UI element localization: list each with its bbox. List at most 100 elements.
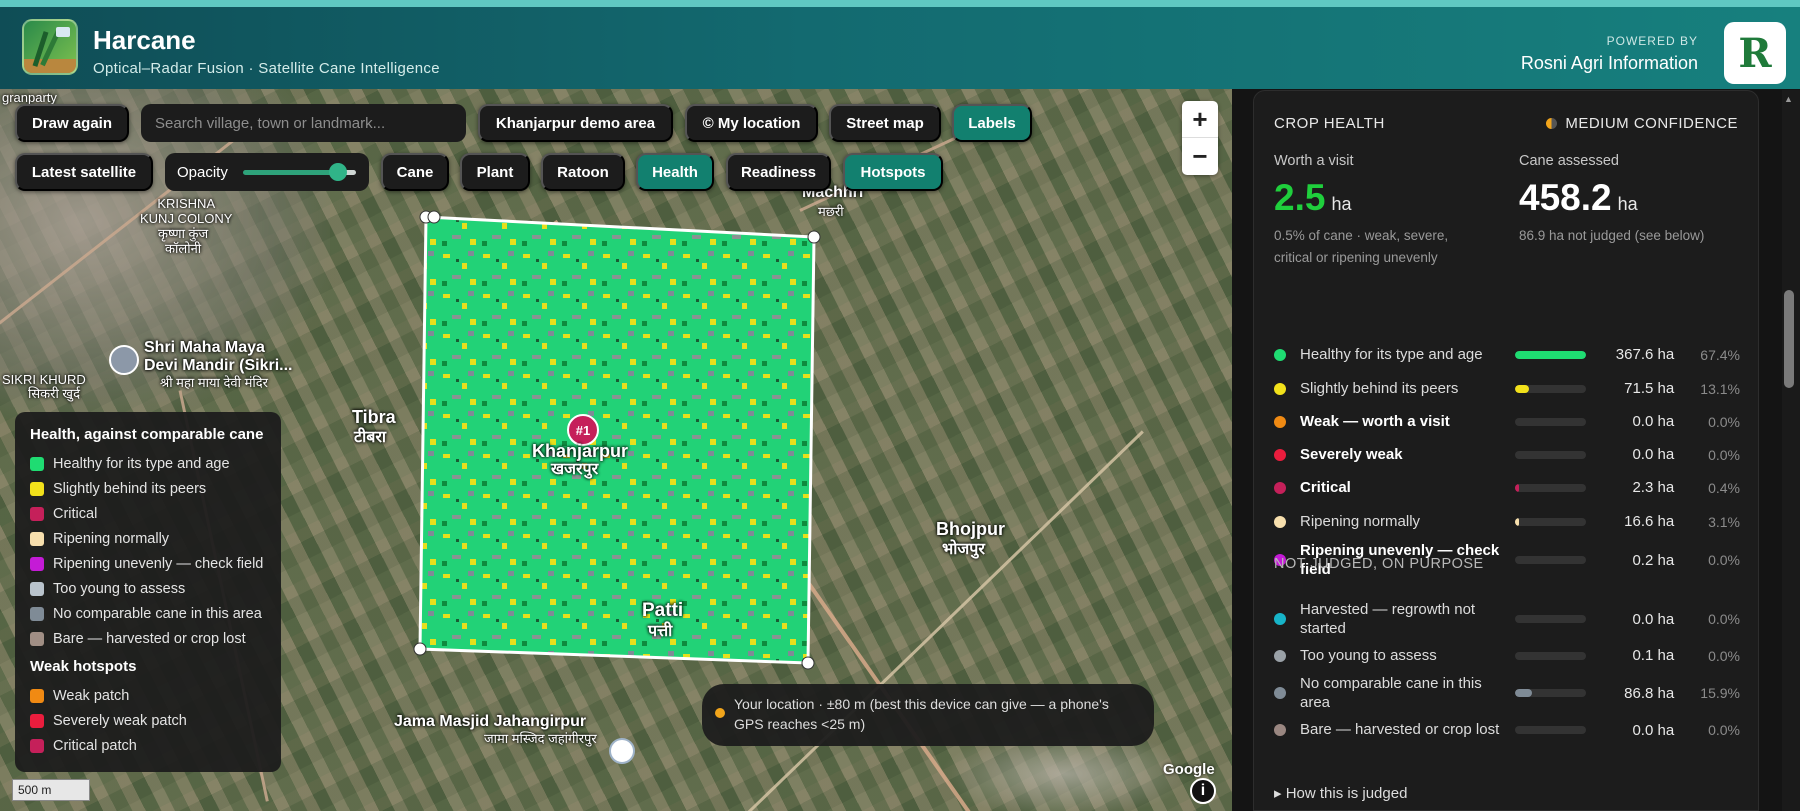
street-map-button[interactable]: Street map <box>829 104 941 142</box>
class-label: No comparable cane in this area <box>1300 674 1482 712</box>
map-label-tibra: Tibra <box>352 407 396 427</box>
info-icon[interactable]: i <box>1190 778 1216 804</box>
health-class-row[interactable]: Ripening normally 16.6 ha 3.1% <box>1274 505 1740 538</box>
panel-title: CROP HEALTH <box>1274 115 1385 132</box>
layer-readiness-button[interactable]: Readiness <box>726 153 831 191</box>
opacity-slider-track[interactable] <box>243 170 338 175</box>
health-class-row[interactable]: Critical 2.3 ha 0.4% <box>1274 471 1740 504</box>
legend-item: Weak patch <box>30 683 266 708</box>
zoom-in-button[interactable]: + <box>1182 101 1218 138</box>
polygon-vertex-handle[interactable] <box>413 642 427 656</box>
class-area-percent: 0.0% <box>1708 722 1740 738</box>
map-label-khanjarpur-hindi: खजरपुर <box>551 461 599 478</box>
opacity-slider-handle[interactable] <box>329 163 347 181</box>
not-judged-heading: NOT JUDGED, ON PURPOSE <box>1274 556 1484 572</box>
class-color-dot <box>1274 687 1286 699</box>
legend-swatch <box>30 581 44 596</box>
search-input[interactable] <box>141 104 466 142</box>
legend-item: Too young to assess <box>30 576 266 601</box>
cane-assessed-number: 458.2 <box>1519 177 1612 218</box>
legend-item: Severely weak patch <box>30 708 266 733</box>
class-area-ha: 0.0 ha <box>1632 413 1675 430</box>
class-area-bar <box>1515 651 1587 660</box>
labels-toggle[interactable]: Labels <box>952 104 1032 142</box>
class-area-ha: 0.0 ha <box>1632 721 1675 739</box>
map-label-krishna-kunj-hindi: कृष्णा कुंज कॉलोनी <box>158 226 209 256</box>
class-area-percent: 13.1% <box>1700 380 1740 397</box>
legend-swatch <box>30 738 44 753</box>
cane-assessed-value: 458.2 ha <box>1519 177 1638 219</box>
app-logo <box>22 19 78 75</box>
location-toast-text: Your location · ±80 m (best this device … <box>734 696 1109 733</box>
scroll-up-icon[interactable]: ▲ <box>1784 94 1793 104</box>
class-area-ha: 0.1 ha <box>1632 647 1675 664</box>
scrollbar-thumb[interactable] <box>1784 290 1794 388</box>
class-area-ha: 0.0 ha <box>1632 446 1675 463</box>
confidence-label: MEDIUM CONFIDENCE <box>1565 115 1738 132</box>
zoom-out-button[interactable]: − <box>1182 138 1218 175</box>
class-area-bar <box>1515 350 1587 359</box>
polygon-vertex-handle[interactable] <box>427 210 441 224</box>
legend-swatch <box>30 631 44 646</box>
legend-item: No comparable cane in this area <box>30 601 266 626</box>
layer-hotspots-button[interactable]: Hotspots <box>843 153 943 191</box>
cane-assessed-unit: ha <box>1617 194 1638 214</box>
health-class-row[interactable]: Too young to assess 0.1 ha 0.0% <box>1274 639 1740 672</box>
class-label: Bare — harvested or crop lost <box>1300 721 1500 739</box>
map-label-krishna-kunj: KRISHNA KUNJ COLONY <box>140 196 233 226</box>
class-label: Too young to assess <box>1300 646 1437 664</box>
latest-satellite-button[interactable]: Latest satellite <box>15 153 153 191</box>
class-area-ha: 16.6 ha <box>1624 513 1675 530</box>
map-label-patti: Patti <box>642 600 684 621</box>
health-class-row[interactable]: Bare — harvested or crop lost 0.0 ha 0.0% <box>1274 708 1740 752</box>
map-canvas[interactable]: #1 granparty KRISHNA KUNJ COLONY कृष्णा … <box>0 89 1232 811</box>
class-area-bar <box>1515 417 1587 426</box>
app-title: Harcane <box>93 25 196 55</box>
map-label-shri-maha-maya: Shri Maha Maya Devi Mandir (Sikri... <box>144 339 293 375</box>
health-class-row[interactable]: Slightly behind its peers 71.5 ha 13.1% <box>1274 372 1740 405</box>
legend-item: Critical patch <box>30 733 266 758</box>
class-label: Critical <box>1300 478 1351 496</box>
confidence-badge: MEDIUM CONFIDENCE <box>1546 115 1738 132</box>
layer-cane-button[interactable]: Cane <box>381 153 449 191</box>
health-class-row[interactable]: Weak — worth a visit 0.0 ha 0.0% <box>1274 405 1740 438</box>
opacity-label: Opacity <box>177 163 228 181</box>
class-color-dot <box>1274 382 1286 395</box>
layer-plant-button[interactable]: Plant <box>460 153 530 191</box>
legend-title: Health, against comparable cane <box>30 426 264 443</box>
layer-ratoon-button[interactable]: Ratoon <box>541 153 625 191</box>
temple-marker-icon[interactable] <box>109 345 139 375</box>
my-location-button[interactable]: © My location <box>685 104 818 142</box>
location-toast: Your location · ±80 m (best this device … <box>702 684 1154 746</box>
class-area-percent: 0.0% <box>1708 413 1740 430</box>
health-class-row[interactable]: Severely weak 0.0 ha 0.0% <box>1274 438 1740 471</box>
layer-health-button[interactable]: Health <box>636 153 714 191</box>
how-judged-toggle[interactable]: ▸ How this is judged <box>1274 784 1407 802</box>
polygon-vertex-handle[interactable] <box>801 656 815 670</box>
legend-item-label: Ripening unevenly — check field <box>53 555 264 572</box>
legend-item-label: Slightly behind its peers <box>53 480 207 497</box>
demo-area-button[interactable]: Khanjarpur demo area <box>478 104 673 142</box>
opacity-control: Opacity <box>165 153 369 191</box>
health-overlay <box>418 215 816 665</box>
company-logo: R <box>1724 22 1786 84</box>
legend-item-label: Too young to assess <box>53 580 186 597</box>
health-class-row[interactable]: Harvested — regrowth not started 0.0 ha 0.… <box>1274 597 1740 641</box>
panel-scrollbar[interactable] <box>1782 90 1800 811</box>
class-area-ha: 2.3 ha <box>1632 479 1675 496</box>
legend-item: Slightly behind its peers <box>30 476 266 501</box>
class-area-bar <box>1515 689 1587 697</box>
health-class-row[interactable]: Healthy for its type and age 367.6 ha 67.4… <box>1274 338 1740 371</box>
draw-again-button[interactable]: Draw again <box>15 104 129 142</box>
legend-item: Ripening normally <box>30 526 266 551</box>
mosque-marker-icon[interactable] <box>609 738 635 764</box>
legend-swatch <box>30 531 44 546</box>
powered-by-label: POWERED BY <box>1606 34 1698 48</box>
class-area-bar-fill <box>1515 384 1530 393</box>
polygon-vertex-handle[interactable] <box>807 230 821 244</box>
legend-item: Bare — harvested or crop lost <box>30 626 266 651</box>
legend-swatch <box>30 456 44 471</box>
map-label-machhri-hindi: मछरी <box>818 204 844 219</box>
class-area-bar-fill <box>1515 350 1586 359</box>
map-label-jama-masjid-hindi: जामा मस्जिद जहांगीरपुर <box>484 731 597 746</box>
